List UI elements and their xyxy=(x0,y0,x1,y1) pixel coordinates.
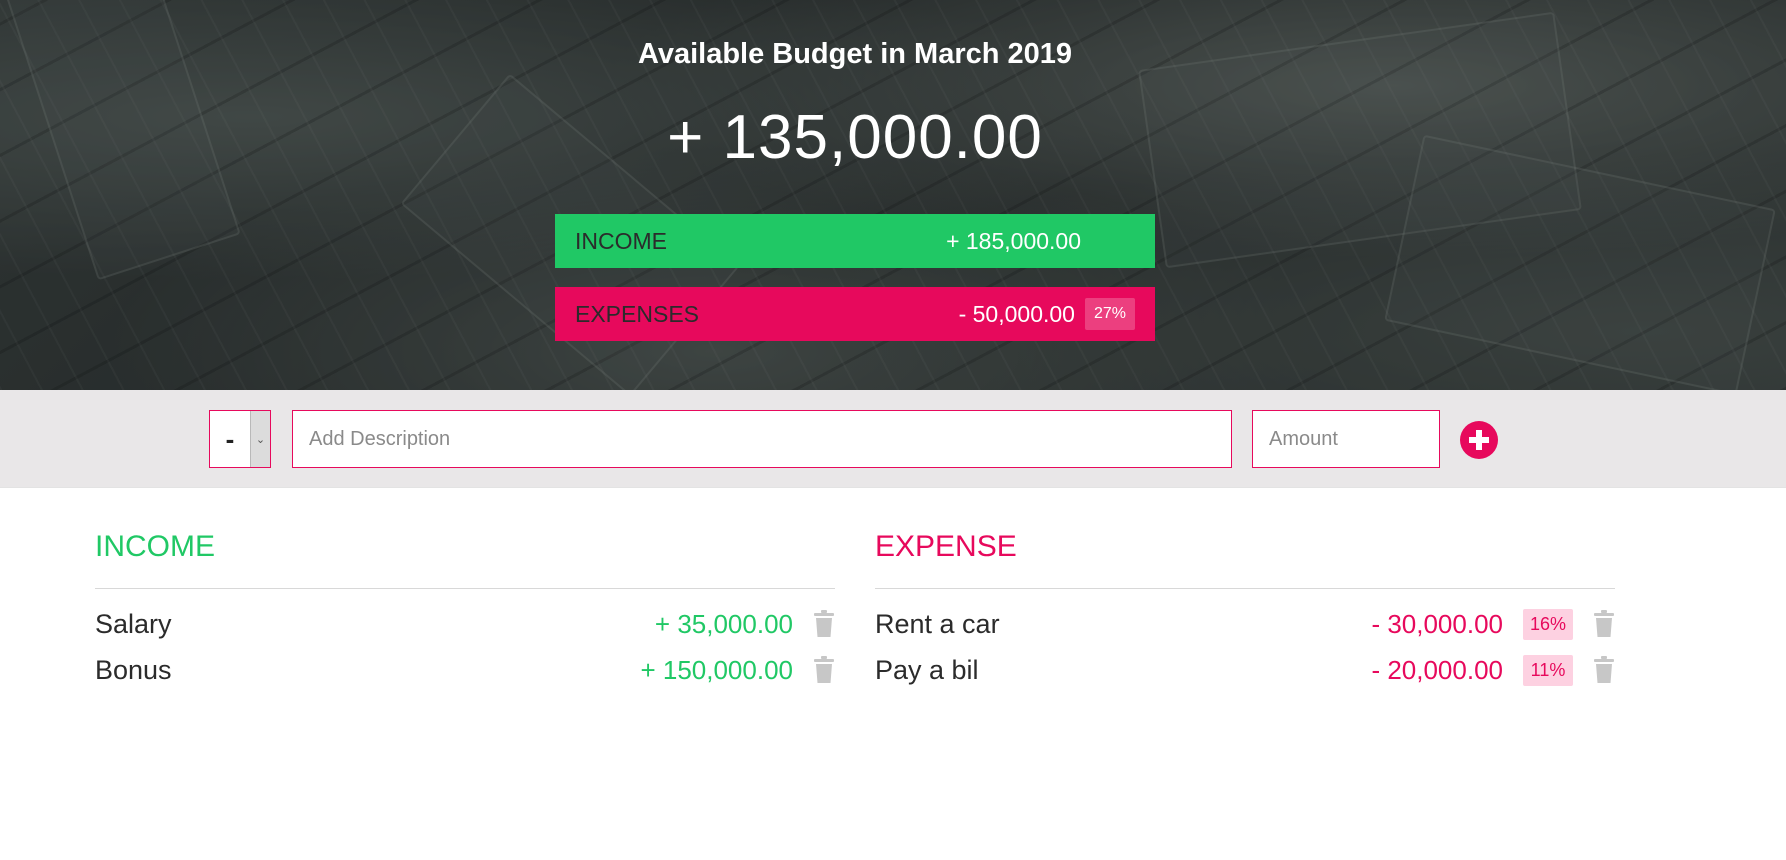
expense-item-value: - 30,000.00 xyxy=(1371,608,1503,639)
income-summary-label: INCOME xyxy=(575,227,667,254)
budget-value: + 135,000.00 xyxy=(667,103,1043,172)
income-summary-value: + 185,000.00 xyxy=(946,227,1081,254)
expense-item-description: Pay a bil xyxy=(875,654,979,685)
income-item-description: Bonus xyxy=(95,654,172,685)
income-item: Salary + 35,000.00 xyxy=(95,601,835,647)
income-list-title: INCOME xyxy=(95,530,215,563)
trash-icon[interactable] xyxy=(813,610,835,638)
chevron-down-icon[interactable]: ⌄ xyxy=(250,411,270,467)
trash-icon[interactable] xyxy=(1593,656,1615,684)
description-input[interactable] xyxy=(292,410,1232,468)
expense-list-divider xyxy=(875,588,1615,589)
income-list-divider xyxy=(95,588,835,589)
expense-list-title: EXPENSE xyxy=(875,530,1017,563)
income-item: Bonus + 150,000.00 xyxy=(95,647,835,693)
trash-icon[interactable] xyxy=(1593,610,1615,638)
income-list: INCOME Salary + 35,000.00 Bonus + 150,00… xyxy=(95,530,835,693)
expense-item: Rent a car - 30,000.00 16% xyxy=(875,601,1615,647)
budget-header: Available Budget in March 2019 + 135,000… xyxy=(0,0,1786,390)
type-select[interactable]: - ⌄ xyxy=(209,410,271,468)
trash-icon[interactable] xyxy=(813,656,835,684)
type-select-value: - xyxy=(225,423,235,454)
expenses-summary: EXPENSES - 50,000.00 27% xyxy=(555,287,1155,341)
expenses-percentage-badge: 27% xyxy=(1084,298,1135,330)
expense-percentage-badge: 16% xyxy=(1523,608,1573,640)
expenses-summary-label: EXPENSES xyxy=(575,300,699,327)
income-item-value: + 35,000.00 xyxy=(654,608,793,639)
add-item-bar: - ⌄ xyxy=(0,390,1786,488)
amount-input[interactable] xyxy=(1252,410,1440,468)
budget-title: Available Budget in March 2019 xyxy=(637,38,1073,70)
expense-list: EXPENSE Rent a car - 30,000.00 16% Pay a… xyxy=(875,530,1615,693)
expense-item-description: Rent a car xyxy=(875,608,1000,639)
income-summary: INCOME + 185,000.00 xyxy=(555,214,1155,268)
income-item-description: Salary xyxy=(95,608,172,639)
expenses-summary-value: - 50,000.00 xyxy=(958,300,1075,327)
expense-item: Pay a bil - 20,000.00 11% xyxy=(875,647,1615,693)
plus-circle-icon[interactable] xyxy=(1460,421,1498,459)
income-item-value: + 150,000.00 xyxy=(640,654,793,685)
expense-item-value: - 20,000.00 xyxy=(1371,654,1503,685)
expense-percentage-badge: 11% xyxy=(1523,654,1573,686)
